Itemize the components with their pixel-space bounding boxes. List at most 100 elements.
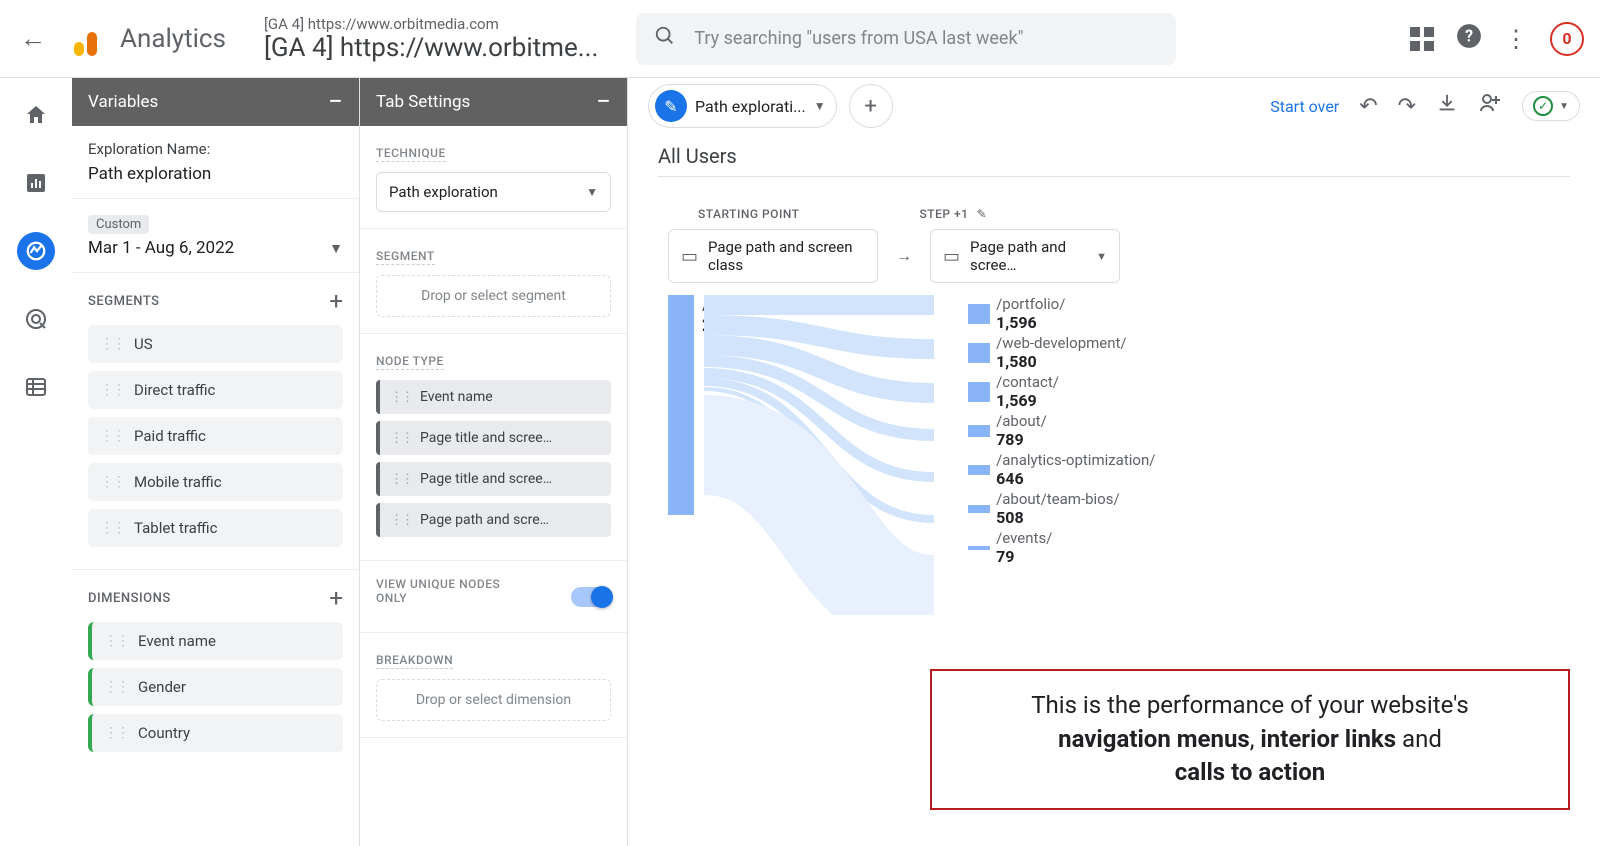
nav-explore[interactable] (17, 232, 55, 270)
nodetype-chip[interactable]: ⋮⋮Event name (376, 380, 611, 414)
drag-handle-icon: ⋮⋮ (100, 336, 124, 352)
segment-chip[interactable]: ⋮⋮Mobile traffic (88, 463, 343, 501)
chevron-down-icon: ▼ (329, 240, 343, 257)
search-input[interactable]: Try searching "users from USA last week" (636, 13, 1176, 65)
status-indicator[interactable]: ✓ ▼ (1522, 91, 1580, 121)
chevron-down-icon: ▼ (814, 99, 826, 113)
logo[interactable]: Analytics (74, 22, 226, 56)
step1-node-selector[interactable]: ▭ Page path and scree… ▼ (930, 229, 1120, 283)
unique-nodes-toggle[interactable] (571, 587, 611, 607)
property-selector[interactable]: [GA 4] https://www.orbitmedia.com [GA 4]… (264, 15, 598, 63)
node-bar (968, 382, 990, 402)
page-icon: ▭ (943, 246, 960, 267)
more-icon[interactable]: ⋮ (1504, 25, 1528, 53)
node-count: 1,569 (996, 391, 1059, 410)
segment-label: All Users (658, 144, 1570, 177)
node-path: /about/team-bios/ (996, 490, 1120, 508)
path-step-node[interactable]: /events/79 (968, 529, 1155, 566)
node-bar (968, 304, 990, 324)
tab-path-exploration[interactable]: ✎ Path explorati... ▼ (648, 84, 837, 128)
dimensions-section-title: DIMENSIONS (88, 591, 171, 606)
technique-dropdown[interactable]: Path exploration ▼ (376, 172, 611, 212)
nodetype-chip[interactable]: ⋮⋮Page title and scree… (376, 462, 611, 496)
nav-configure[interactable] (17, 368, 55, 406)
chevron-down-icon: ▼ (1096, 250, 1107, 263)
chip-label: Tablet traffic (134, 519, 217, 537)
nodetype-chip[interactable]: ⋮⋮Page path and scre… (376, 503, 611, 537)
drag-handle-icon: ⋮⋮ (100, 428, 124, 444)
start-node[interactable]: / 26,796 (668, 295, 758, 568)
add-segment-button[interactable]: + (329, 287, 343, 315)
minimize-settings-button[interactable]: − (596, 87, 611, 117)
notifications-badge[interactable]: 0 (1550, 22, 1584, 56)
segment-chip[interactable]: ⋮⋮ US (88, 325, 343, 363)
add-tab-button[interactable]: + (849, 84, 893, 128)
node-bar (968, 546, 990, 550)
breakdown-dropzone[interactable]: Drop or select dimension (376, 679, 611, 721)
chip-label: Mobile traffic (134, 473, 222, 491)
analytics-logo-icon (74, 22, 108, 56)
svg-text:?: ? (1465, 26, 1473, 45)
undo-icon[interactable]: ↶ (1359, 94, 1377, 119)
path-step-node[interactable]: /about/team-bios/508 (968, 490, 1155, 527)
path-step-node[interactable]: /about/789 (968, 412, 1155, 449)
nav-advertising[interactable] (17, 300, 55, 338)
drag-handle-icon: ⋮⋮ (390, 431, 412, 446)
node-path: /contact/ (996, 373, 1059, 391)
chip-label: Paid traffic (134, 427, 206, 445)
node-bar (968, 465, 990, 475)
minimize-variables-button[interactable]: − (328, 87, 343, 117)
help-icon[interactable]: ? (1456, 23, 1482, 55)
arrow-right-icon: → (896, 246, 912, 266)
segment-chip[interactable]: ⋮⋮Direct traffic (88, 371, 343, 409)
edit-step-icon[interactable]: ✎ (976, 207, 987, 221)
path-step-node[interactable]: /analytics-optimization/646 (968, 451, 1155, 488)
node-path: /portfolio/ (996, 295, 1065, 313)
date-range-selector[interactable]: Mar 1 - Aug 6, 2022 ▼ (88, 238, 343, 258)
search-placeholder: Try searching "users from USA last week" (694, 28, 1023, 49)
segment-chip[interactable]: ⋮⋮ Paid traffic (88, 417, 343, 455)
chip-label: Page title and scree… (420, 430, 552, 446)
start-count: 26,796 (702, 315, 758, 336)
node-path: /events/ (996, 529, 1052, 547)
date-preset-badge: Custom (88, 215, 149, 234)
variables-title: Variables (88, 92, 158, 112)
start-over-button[interactable]: Start over (1270, 97, 1339, 116)
variables-header: Variables − (72, 78, 359, 126)
start-path: / (702, 295, 758, 315)
drag-handle-icon: ⋮⋮ (104, 633, 128, 649)
redo-icon[interactable]: ↷ (1398, 94, 1416, 119)
canvas: ✎ Path explorati... ▼ + Start over ↶ ↷ ✓… (628, 78, 1600, 846)
nav-home[interactable] (17, 96, 55, 134)
path-step-node[interactable]: /web-development/1,580 (968, 334, 1155, 371)
dimension-chip[interactable]: ⋮⋮ Event name (88, 622, 343, 660)
back-button[interactable]: ← (16, 19, 56, 58)
nodetype-chip[interactable]: ⋮⋮ Page title and scree… (376, 421, 611, 455)
share-icon[interactable] (1478, 91, 1502, 121)
dimension-chip[interactable]: ⋮⋮Country (88, 714, 343, 752)
segment-dropzone[interactable]: Drop or select segment (376, 275, 611, 317)
exploration-name-input[interactable]: Path exploration (88, 164, 343, 184)
chip-label: US (134, 335, 153, 353)
step-plus1-label: STEP +1 ✎ (920, 207, 988, 221)
segment-chip[interactable]: ⋮⋮Tablet traffic (88, 509, 343, 547)
starting-node-selector[interactable]: ▭ Page path and screen class (668, 229, 878, 283)
add-dimension-button[interactable]: + (329, 584, 343, 612)
chip-label: Event name (138, 632, 216, 650)
node-count: 508 (996, 508, 1120, 527)
download-icon[interactable] (1436, 92, 1458, 120)
node-count: 789 (996, 430, 1047, 449)
apps-icon[interactable] (1410, 27, 1434, 51)
breakdown-label: BREAKDOWN (376, 653, 453, 669)
tab-name: Path explorati... (695, 97, 806, 116)
path-step-node[interactable]: /contact/1,569 (968, 373, 1155, 410)
chevron-down-icon: ▼ (586, 185, 598, 199)
drag-handle-icon: ⋮⋮ (390, 390, 412, 405)
drag-handle-icon: ⋮⋮ (104, 725, 128, 741)
path-step-node[interactable]: /portfolio/1,596 (968, 295, 1155, 332)
nodetype-label: NODE TYPE (376, 354, 444, 370)
chip-label: Direct traffic (134, 381, 215, 399)
node-count: 646 (996, 469, 1155, 488)
dimension-chip[interactable]: ⋮⋮Gender (88, 668, 343, 706)
nav-reports[interactable] (17, 164, 55, 202)
